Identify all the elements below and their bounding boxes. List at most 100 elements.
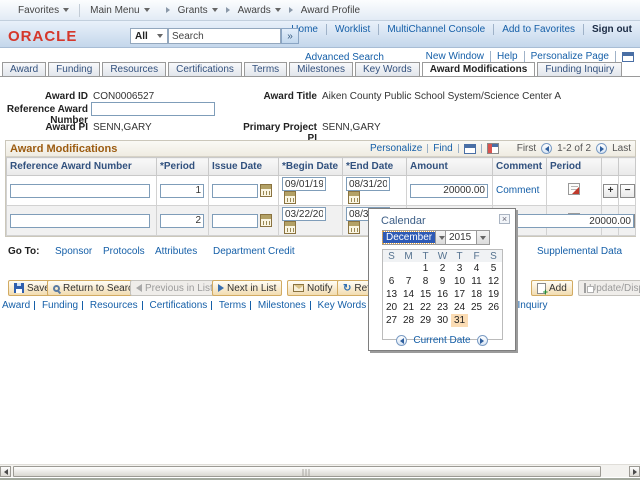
date-cell[interactable]: 20 <box>383 301 400 314</box>
date-cell[interactable]: 15 <box>417 288 434 301</box>
terms-page-link[interactable]: Terms <box>219 300 246 311</box>
search-input[interactable] <box>168 28 281 44</box>
notify-button[interactable]: Notify <box>287 280 339 296</box>
tab-resources[interactable]: Resources <box>102 62 167 76</box>
tab-funding-inquiry[interactable]: Funding Inquiry <box>537 62 623 76</box>
resources-page-link[interactable]: Resources <box>90 300 138 311</box>
calendar-prompt-icon[interactable] <box>260 213 272 227</box>
date-cell[interactable]: 8 <box>417 275 434 288</box>
tab-milestones[interactable]: Milestones <box>289 62 353 76</box>
milestones-page-link[interactable]: Milestones <box>258 300 306 311</box>
calendar-prompt-icon[interactable] <box>348 221 360 234</box>
date-cell[interactable]: 28 <box>400 314 417 327</box>
total-amount-input[interactable] <box>500 214 634 228</box>
new-window-link[interactable]: New Window <box>426 51 484 62</box>
date-cell[interactable]: 26 <box>485 301 502 314</box>
issue-date-input-1[interactable] <box>212 183 258 198</box>
comment-link-1[interactable]: Comment <box>496 185 539 196</box>
search-scope-select[interactable]: All <box>130 28 168 44</box>
new-window-icon[interactable] <box>622 51 634 62</box>
date-cell[interactable]: 11 <box>468 275 485 288</box>
ref-award-number-input-1[interactable] <box>10 183 150 198</box>
search-go-button[interactable]: » <box>281 28 299 44</box>
breadcrumb-awards[interactable]: Awards <box>236 0 283 20</box>
date-cell[interactable]: 29 <box>417 314 434 327</box>
download-grid-icon[interactable] <box>486 143 499 154</box>
protocols-link[interactable]: Protocols <box>103 246 145 257</box>
key-words-page-link[interactable]: Key Words <box>318 300 367 311</box>
pager-next-icon[interactable] <box>596 143 608 154</box>
sponsor-link[interactable]: Sponsor <box>55 246 92 257</box>
date-cell[interactable]: 3 <box>451 262 468 275</box>
pager-first-label[interactable]: First <box>517 143 536 154</box>
tab-key-words[interactable]: Key Words <box>354 62 420 76</box>
certifications-page-link[interactable]: Certifications <box>149 300 207 311</box>
current-date-link[interactable]: Current Date <box>413 335 470 346</box>
calendar-prompt-icon[interactable] <box>348 191 360 204</box>
supplemental-data-link[interactable]: Supplemental Data <box>537 246 622 257</box>
worklist-link[interactable]: Worklist <box>335 24 370 35</box>
pager-last-label[interactable]: Last <box>612 143 631 154</box>
date-cell[interactable] <box>400 262 417 275</box>
tab-award[interactable]: Award <box>2 62 47 76</box>
add-to-favorites-link[interactable]: Add to Favorites <box>502 24 575 35</box>
scroll-left-icon[interactable] <box>0 466 11 477</box>
date-cell[interactable]: 17 <box>451 288 468 301</box>
reference-award-number-input[interactable] <box>91 102 215 116</box>
date-cell[interactable]: 27 <box>383 314 400 327</box>
next-month-icon[interactable] <box>476 335 488 346</box>
date-cell[interactable]: 4 <box>468 262 485 275</box>
date-cell[interactable]: 19 <box>485 288 502 301</box>
add-button[interactable]: Add <box>531 280 573 297</box>
main-menu[interactable]: Main Menu <box>80 0 159 20</box>
date-cell[interactable]: 7 <box>400 275 417 288</box>
horizontal-scrollbar[interactable] <box>0 464 640 477</box>
date-cell[interactable]: 22 <box>417 301 434 314</box>
delete-row-button[interactable]: − <box>620 183 635 198</box>
attributes-link[interactable]: Attributes <box>155 246 197 257</box>
scroll-right-icon[interactable] <box>629 466 640 477</box>
month-select[interactable]: December <box>381 230 450 245</box>
sign-out-link[interactable]: Sign out <box>592 24 632 35</box>
personalize-link[interactable]: Personalize <box>370 143 422 154</box>
tab-funding[interactable]: Funding <box>48 62 101 76</box>
funding-page-link[interactable]: Funding <box>42 300 78 311</box>
issue-date-input-2[interactable] <box>212 213 258 228</box>
amount-input-1[interactable] <box>410 183 488 198</box>
date-cell[interactable]: 12 <box>485 275 502 288</box>
ref-award-number-input-2[interactable] <box>10 213 150 228</box>
date-cell[interactable] <box>383 262 400 275</box>
next-in-list-button[interactable]: Next in List <box>212 280 283 296</box>
date-cell[interactable]: 18 <box>468 288 485 301</box>
period-detail-icon[interactable] <box>568 183 580 195</box>
date-cell[interactable]: 10 <box>451 275 468 288</box>
find-link[interactable]: Find <box>433 143 452 154</box>
tab-award-modifications[interactable]: Award Modifications <box>421 62 536 76</box>
calendar-prompt-icon[interactable] <box>260 183 272 197</box>
date-cell[interactable]: 24 <box>451 301 468 314</box>
breadcrumb-grants[interactable]: Grants <box>176 0 220 20</box>
calendar-prompt-icon[interactable] <box>284 221 296 234</box>
previous-month-icon[interactable] <box>396 335 408 346</box>
favorites-menu[interactable]: Favorites <box>8 0 79 20</box>
date-cell[interactable]: 23 <box>434 301 451 314</box>
period-input-1[interactable] <box>160 183 204 198</box>
personalize-page-link[interactable]: Personalize Page <box>531 51 609 62</box>
period-input-2[interactable] <box>160 213 204 228</box>
date-cell[interactable]: 16 <box>434 288 451 301</box>
end-date-input-1[interactable] <box>346 177 390 191</box>
scrollbar-thumb[interactable] <box>13 466 601 477</box>
date-cell[interactable]: 9 <box>434 275 451 288</box>
date-cell[interactable]: 1 <box>417 262 434 275</box>
pager-previous-icon[interactable] <box>541 143 553 154</box>
close-icon[interactable]: × <box>499 214 510 224</box>
begin-date-input-2[interactable] <box>282 207 326 221</box>
year-select[interactable]: 2015 <box>445 230 490 245</box>
help-link[interactable]: Help <box>497 51 518 62</box>
date-cell[interactable]: 14 <box>400 288 417 301</box>
award-page-link[interactable]: Award <box>2 300 30 311</box>
view-all-icon[interactable] <box>463 143 476 154</box>
tab-terms[interactable]: Terms <box>243 62 288 76</box>
tab-certifications[interactable]: Certifications <box>168 62 242 76</box>
department-credit-link[interactable]: Department Credit <box>213 246 295 257</box>
